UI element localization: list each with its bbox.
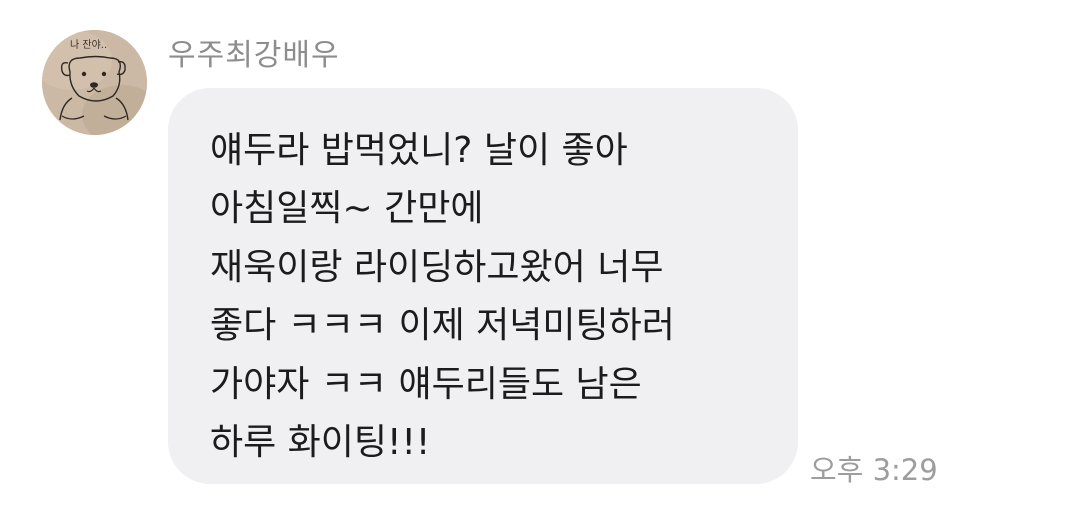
- sender-name: 우주최강배우: [168, 38, 340, 73]
- message-line: 좋다 ㅋㅋㅋ 이제 저녁미팅하러: [210, 305, 675, 347]
- message-line: 가야자 ㅋㅋ 얘두리들도 남은: [210, 363, 642, 405]
- bear-drawing-icon: 나 잔야..: [42, 30, 147, 135]
- message-timestamp: 오후 3:29: [810, 453, 938, 487]
- message-line: 재욱이랑 라이딩하고왔어 너무: [210, 246, 664, 288]
- message-bubble[interactable]: 얘두라 밥먹었니? 날이 좋아 아침일찍~ 간만에 재욱이랑 라이딩하고왔어 너…: [168, 88, 798, 484]
- message-line: 하루 화이팅!!!: [210, 422, 431, 464]
- message-line: 얘두라 밥먹었니? 날이 좋아: [210, 130, 628, 171]
- avatar[interactable]: 나 잔야..: [42, 30, 147, 135]
- chat-message-row: 나 잔야.. 우주최강배우 얘두라 밥먹었니? 날이 좋아 아침일찍~ 간만에 …: [0, 0, 1079, 522]
- avatar-handwriting: 나 잔야..: [70, 39, 107, 51]
- message-text: 얘두라 밥먹었니? 날이 좋아 아침일찍~ 간만에 재욱이랑 라이딩하고왔어 너…: [210, 122, 675, 472]
- message-line: 아침일찍~ 간만에: [210, 188, 484, 230]
